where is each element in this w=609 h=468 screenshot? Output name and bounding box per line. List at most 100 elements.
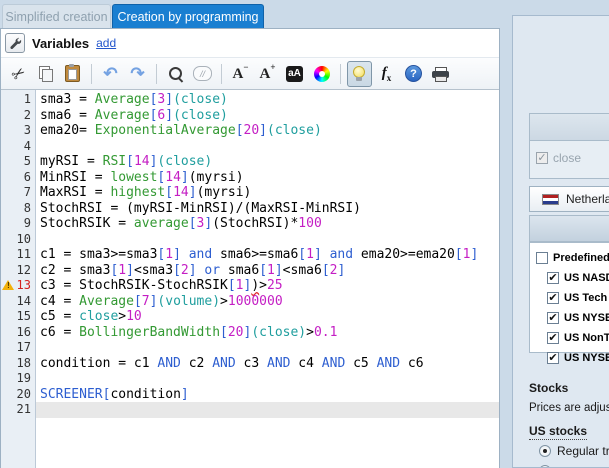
code-line[interactable]: 2 sma6 = Average[6](close)	[1, 108, 499, 124]
code-line[interactable]: 18 condition = c1 AND c2 AND c3 AND c4 AN…	[1, 356, 499, 372]
close-checkbox[interactable]: ✓	[536, 152, 548, 164]
function-icon: fx	[381, 64, 392, 83]
code-lines[interactable]: 1 sma3 = Average[3](close) 2 sma6 = Average…	[1, 90, 499, 468]
markets-list: Predefined ✔ US NASD ✔ US Tech ✔ US NYSE ✔ US No…	[529, 242, 609, 364]
market-item-label: US NonT	[564, 332, 609, 344]
price-field-box: ✓ close	[529, 113, 609, 179]
stocks-heading: Stocks	[529, 381, 569, 395]
redo-button[interactable]: ↷	[125, 61, 150, 87]
code-line[interactable]: 1 sma3 = Average[3](close)	[1, 92, 499, 108]
code-line[interactable]: 11 c1 = sma3>=sma3[1] and sma6>=sma6[1] a…	[1, 247, 499, 263]
code-line[interactable]: 8 StochRSI = (myRSI-MinRSI)/(MaxRSI-MinRS…	[1, 201, 499, 217]
market-item[interactable]: ✔ US NASD	[530, 268, 609, 288]
toolbar-divider	[156, 63, 157, 84]
variables-title: Variables	[32, 35, 90, 51]
code-line[interactable]: 16 c6 = BollingerBandWidth[20](close)>0.1	[1, 325, 499, 341]
comment-button[interactable]: //	[190, 61, 215, 87]
regular-trading-radio[interactable]: Regular trad	[539, 444, 609, 458]
paste-icon	[65, 64, 80, 82]
unchecked-checkbox[interactable]	[536, 252, 548, 264]
paste-button[interactable]	[60, 61, 85, 87]
code-line[interactable]: 6 MinRSI = lowest[14](myrsi)	[1, 170, 499, 186]
market-item[interactable]: ✔ US Tech	[530, 288, 609, 308]
market-item-label: US Tech	[564, 292, 608, 304]
undo-button[interactable]: ↶	[98, 61, 123, 87]
font-increase-icon: A+	[259, 62, 276, 82]
stocks-note: Prices are adjust	[529, 402, 609, 414]
checked-checkbox[interactable]: ✔	[547, 352, 559, 364]
search-icon	[168, 66, 184, 83]
code-line[interactable]: 7 MaxRSI = highest[14](myrsi)	[1, 185, 499, 201]
hint-toggle-button[interactable]	[347, 60, 372, 87]
color-button[interactable]	[309, 61, 334, 87]
search-button[interactable]	[163, 61, 188, 87]
market-item[interactable]: Predefined	[530, 248, 609, 268]
undo-icon: ↶	[103, 63, 118, 83]
font-decrease-icon: A−	[232, 62, 249, 82]
close-checkbox-label: close	[553, 151, 582, 165]
help-button[interactable]: ?	[401, 61, 426, 87]
code-line[interactable]: 10	[1, 232, 499, 248]
market-item-label: US NYSE	[564, 312, 609, 324]
case-button[interactable]: aA	[282, 61, 307, 87]
checked-checkbox[interactable]: ✔	[547, 312, 559, 324]
tab-simplified-creation[interactable]: Simplified creation	[2, 4, 111, 28]
warning-icon: !	[2, 280, 14, 290]
font-increase-button[interactable]: A+	[255, 61, 280, 87]
color-wheel-icon	[313, 65, 330, 82]
code-line[interactable]: 15 c5 = close>10	[1, 309, 499, 325]
font-decrease-button[interactable]: A−	[228, 61, 253, 87]
market-selector-dropdown[interactable]: Netherlan	[529, 186, 609, 212]
market-item[interactable]: ✔ US NYSE	[530, 308, 609, 328]
wrench-icon	[9, 37, 21, 49]
copy-button[interactable]	[33, 61, 58, 87]
market-item-label: Predefined	[553, 252, 609, 264]
code-line[interactable]: 12 c2 = sma3[1]<sma3[2] or sma6[1]<sma6[2…	[1, 263, 499, 279]
lightbulb-icon	[353, 65, 366, 82]
radio-selected-icon	[539, 445, 551, 457]
cut-button[interactable]: ✂	[6, 61, 31, 87]
help-icon: ?	[405, 65, 422, 82]
print-icon	[432, 66, 449, 82]
redo-icon: ↷	[130, 63, 145, 83]
code-line[interactable]: 17	[1, 340, 499, 356]
checked-checkbox[interactable]: ✔	[547, 272, 559, 284]
editor-toolbar: ✂ ↶ ↷ // A− A+ aA fx ?	[1, 58, 499, 90]
comment-bubble-icon: //	[193, 66, 212, 81]
code-line[interactable]: 20 SCREENER[condition]	[1, 387, 499, 403]
wrench-button[interactable]	[5, 33, 25, 53]
toolbar-divider	[91, 63, 92, 84]
code-line[interactable]: 21	[1, 402, 499, 418]
screen: Simplified creation Creation by programm…	[0, 0, 609, 468]
add-variable-link[interactable]: add	[96, 36, 116, 50]
code-line[interactable]: 3 ema20= ExponentialAverage[20](close)	[1, 123, 499, 139]
toolbar-divider	[221, 63, 222, 84]
scissors-icon: ✂	[8, 63, 30, 85]
market-item[interactable]: ✔ US NonT	[530, 328, 609, 348]
code-editor-panel: Variables add ✂ ↶ ↷ // A− A+ aA fx ? 1sm…	[0, 28, 500, 468]
checked-checkbox[interactable]: ✔	[547, 292, 559, 304]
toolbar-divider	[340, 63, 341, 84]
market-item-label: US NASD	[564, 272, 609, 284]
variables-bar: Variables add	[1, 29, 499, 58]
tab-creation-by-programming[interactable]: Creation by programming	[112, 4, 264, 28]
netherlands-flag-icon	[542, 193, 559, 205]
code-line[interactable]: 5 myRSI = RSI[14](close)	[1, 154, 499, 170]
us-stocks-heading: US stocks	[529, 424, 588, 440]
code-line[interactable]: 9 StochRSIK = average[3](StochRSI)*100	[1, 216, 499, 232]
markets-list-header	[529, 215, 609, 242]
function-button[interactable]: fx	[374, 61, 399, 87]
screener-settings-panel: ✓ close Netherlan Predefined ✔ US NASD ✔ US …	[512, 15, 609, 468]
code-line[interactable]: 4	[1, 139, 499, 155]
market-selector-label: Netherlan	[566, 192, 609, 206]
print-button[interactable]	[428, 61, 453, 87]
code-line[interactable]: 14 c4 = Average[7](volume)>1000000	[1, 294, 499, 310]
checked-checkbox[interactable]: ✔	[547, 332, 559, 344]
market-item[interactable]: ✔ US NYSE	[530, 348, 609, 368]
market-item-label: US NYSE	[564, 352, 609, 364]
code-line[interactable]: 19	[1, 371, 499, 387]
code-line[interactable]: ! 13 c3 = StochRSIK-StochRSIK[1])>25	[1, 278, 499, 294]
copy-icon	[39, 66, 53, 82]
price-field-header	[530, 114, 609, 141]
case-icon: aA	[286, 65, 303, 82]
